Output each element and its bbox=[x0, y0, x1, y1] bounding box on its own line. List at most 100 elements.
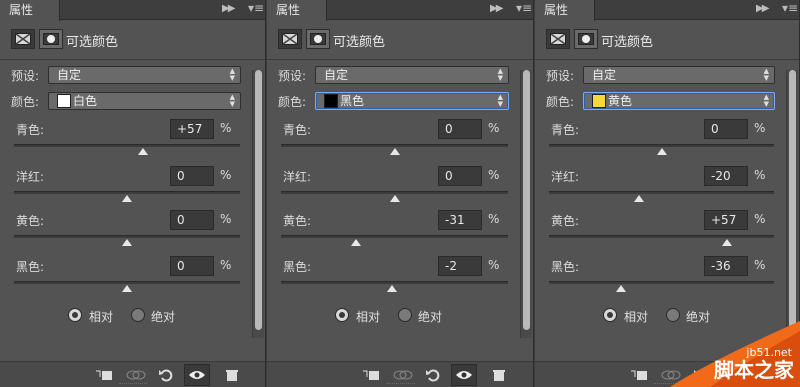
slider-value-input[interactable]: +57 bbox=[704, 210, 748, 230]
slider-value-input[interactable]: -31 bbox=[438, 210, 482, 230]
slider-value-input[interactable]: +57 bbox=[170, 119, 214, 139]
colors-dropdown[interactable]: 白色 ▲ ▼ bbox=[48, 92, 241, 110]
slider-value-input[interactable]: -2 bbox=[438, 256, 482, 276]
slider-track[interactable] bbox=[14, 235, 240, 238]
adjustment-layer-icon[interactable] bbox=[546, 29, 570, 49]
slider-value-input[interactable]: 0 bbox=[704, 119, 748, 139]
slider-thumb[interactable] bbox=[122, 239, 132, 246]
scrollbar[interactable] bbox=[252, 70, 264, 338]
view-previous-state-icon[interactable] bbox=[391, 366, 415, 384]
slider-value-input[interactable]: -20 bbox=[704, 166, 748, 186]
delete-icon[interactable] bbox=[220, 366, 244, 384]
slider-label: 黄色: bbox=[551, 214, 580, 228]
layer-mask-icon[interactable] bbox=[306, 29, 330, 49]
collapse-icon[interactable]: ▶▶ bbox=[490, 3, 503, 14]
tab-properties[interactable]: 属性 bbox=[267, 0, 327, 21]
relative-label[interactable]: 相对 bbox=[356, 308, 380, 325]
tab-properties[interactable]: 属性 bbox=[0, 0, 60, 21]
collapse-icon[interactable]: ▶▶ bbox=[756, 3, 769, 14]
slider-thumb[interactable] bbox=[389, 148, 400, 155]
relative-label[interactable]: 相对 bbox=[624, 308, 648, 325]
reset-icon[interactable] bbox=[154, 366, 178, 384]
slider-thumb[interactable] bbox=[122, 285, 132, 292]
colors-label: 颜色: bbox=[11, 95, 40, 109]
slider-value-input[interactable]: 0 bbox=[170, 256, 214, 276]
slider-track[interactable] bbox=[14, 144, 240, 147]
absolute-radio[interactable] bbox=[131, 308, 145, 322]
watermark-text: 脚本之家 bbox=[714, 358, 794, 382]
slider-value-input[interactable]: 0 bbox=[438, 119, 482, 139]
slider-value-input[interactable]: 0 bbox=[438, 166, 482, 186]
colors-dropdown[interactable]: 黑色 ▲ ▼ bbox=[315, 92, 509, 110]
slider-thumb[interactable] bbox=[721, 239, 732, 246]
slider-track[interactable] bbox=[281, 144, 508, 147]
slider-track[interactable] bbox=[549, 281, 774, 284]
preset-value: 自定 bbox=[57, 68, 82, 82]
clip-to-layer-icon[interactable] bbox=[359, 366, 383, 384]
view-previous-state-icon[interactable] bbox=[124, 366, 148, 384]
colors-dropdown[interactable]: 黄色 ▲ ▼ bbox=[583, 92, 775, 110]
delete-icon[interactable] bbox=[487, 366, 511, 384]
relative-radio[interactable] bbox=[68, 308, 82, 322]
reset-icon[interactable] bbox=[421, 366, 445, 384]
visibility-eye-icon[interactable] bbox=[451, 364, 477, 386]
visibility-eye-icon[interactable] bbox=[184, 364, 210, 386]
absolute-radio[interactable] bbox=[398, 308, 412, 322]
adjustment-layer-icon[interactable] bbox=[278, 29, 302, 49]
slider-thumb[interactable] bbox=[634, 195, 644, 202]
panel-menu-icon[interactable]: ▾≡ bbox=[782, 1, 798, 15]
slider-value-input[interactable]: 0 bbox=[170, 166, 214, 186]
slider-track[interactable] bbox=[281, 191, 508, 194]
dropdown-arrows-icon: ▲ ▼ bbox=[497, 93, 503, 108]
absolute-radio[interactable] bbox=[666, 308, 680, 322]
slider-track[interactable] bbox=[281, 281, 508, 284]
slider-label: 洋红: bbox=[551, 170, 580, 184]
layer-mask-icon[interactable] bbox=[39, 29, 63, 49]
adjustment-layer-icon[interactable] bbox=[11, 29, 35, 49]
slider-track[interactable] bbox=[549, 191, 774, 194]
clip-to-layer-icon[interactable] bbox=[627, 366, 651, 384]
header-divider bbox=[267, 59, 533, 60]
scrollbar-thumb[interactable] bbox=[255, 70, 262, 330]
preset-dropdown[interactable]: 自定 ▲ ▼ bbox=[583, 66, 775, 84]
scrollbar[interactable] bbox=[520, 70, 532, 338]
slider-thumb[interactable] bbox=[389, 195, 400, 202]
tab-properties[interactable]: 属性 bbox=[535, 0, 595, 21]
slider-track[interactable] bbox=[549, 235, 774, 238]
slider-value-input[interactable]: -36 bbox=[704, 256, 748, 276]
scrollbar[interactable] bbox=[786, 70, 798, 338]
absolute-label[interactable]: 绝对 bbox=[418, 308, 442, 325]
slider-thumb[interactable] bbox=[350, 239, 361, 246]
preset-dropdown[interactable]: 自定 ▲ ▼ bbox=[315, 66, 509, 84]
slider-label: 青色: bbox=[16, 123, 45, 137]
slider-track[interactable] bbox=[549, 144, 774, 147]
adjustment-icons bbox=[546, 29, 598, 49]
slider-track[interactable] bbox=[14, 281, 240, 284]
slider-track[interactable] bbox=[281, 235, 508, 238]
percent-sign: % bbox=[220, 258, 232, 272]
relative-radio[interactable] bbox=[603, 308, 617, 322]
slider-thumb[interactable] bbox=[122, 195, 132, 202]
slider-thumb[interactable] bbox=[616, 285, 626, 292]
scrollbar-thumb[interactable] bbox=[523, 70, 530, 330]
collapse-icon[interactable]: ▶▶ bbox=[222, 3, 235, 14]
relative-label[interactable]: 相对 bbox=[89, 308, 113, 325]
resize-grip[interactable] bbox=[119, 383, 147, 386]
percent-sign: % bbox=[754, 121, 766, 135]
slider-value-input[interactable]: 0 bbox=[170, 210, 214, 230]
slider-thumb[interactable] bbox=[137, 148, 148, 155]
resize-grip[interactable] bbox=[386, 383, 415, 386]
panel-menu-icon[interactable]: ▾≡ bbox=[516, 1, 532, 15]
panel-menu-icon[interactable]: ▾≡ bbox=[248, 1, 264, 15]
slider-track[interactable] bbox=[14, 191, 240, 194]
slider-thumb[interactable] bbox=[656, 148, 667, 155]
absolute-label[interactable]: 绝对 bbox=[151, 308, 175, 325]
relative-radio[interactable] bbox=[335, 308, 349, 322]
clip-to-layer-icon[interactable] bbox=[92, 366, 116, 384]
scrollbar-thumb[interactable] bbox=[789, 70, 796, 330]
slider-thumb[interactable] bbox=[387, 285, 398, 292]
layer-mask-icon[interactable] bbox=[574, 29, 598, 49]
dropdown-arrows-icon: ▲ ▼ bbox=[497, 67, 503, 82]
preset-dropdown[interactable]: 自定 ▲ ▼ bbox=[48, 66, 241, 84]
site-watermark: jb51.net 脚本之家 bbox=[650, 321, 800, 387]
